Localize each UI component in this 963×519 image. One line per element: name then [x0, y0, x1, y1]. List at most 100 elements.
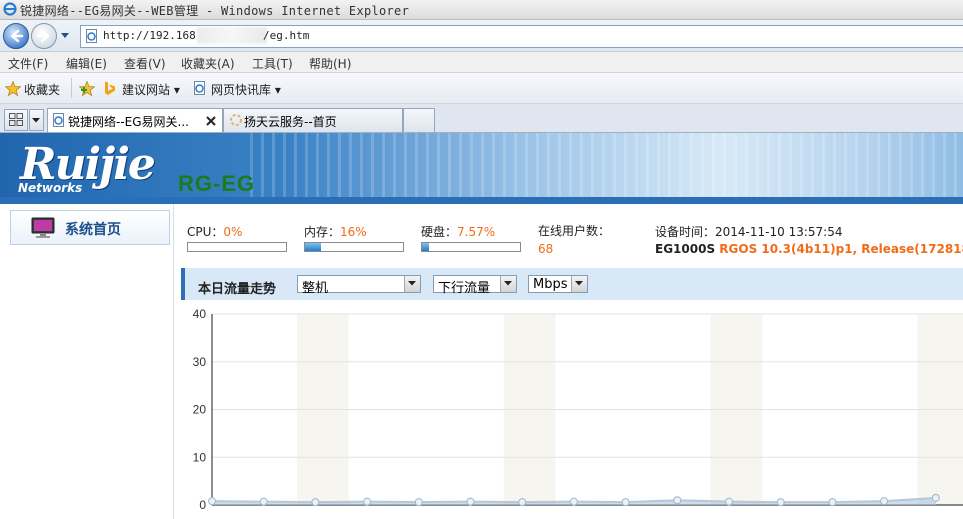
- page-icon: [53, 113, 64, 127]
- window-title: 锐捷网络--EG易网关--WEB管理 - Windows Internet Ex…: [20, 4, 410, 18]
- web-slice-icon: [194, 81, 205, 95]
- tab-eg-gateway[interactable]: 锐捷网络--EG易网关...: [47, 108, 223, 132]
- scope-select-value: 整机: [302, 281, 329, 296]
- app-header: Ruijie Networks RG-EG: [0, 133, 963, 204]
- disk-bar: [421, 242, 521, 252]
- device-version: RGOS 10.3(4b11)p1, Release(172818): [719, 242, 963, 256]
- sidebar: 系统首页: [0, 204, 174, 519]
- chevron-down-icon: [408, 281, 416, 286]
- chart-panel-title: 本日流量走势: [198, 282, 277, 297]
- chevron-down-icon: [504, 281, 512, 286]
- online-users-label: 在线用户数：: [538, 224, 611, 238]
- forward-arrow-icon: [36, 29, 50, 43]
- favorites-button[interactable]: 收藏夹: [24, 81, 60, 98]
- cpu-label: CPU：: [187, 225, 224, 239]
- menu-help[interactable]: 帮助(H): [309, 55, 351, 72]
- device-time-stat: 设备时间：2014-11-10 13:57:54: [655, 223, 842, 240]
- add-favorite-icon[interactable]: [79, 81, 95, 96]
- quick-tabs-icon: [9, 113, 23, 126]
- unit-select-value: Mbps: [533, 277, 568, 292]
- cpu-value: 0%: [223, 225, 243, 239]
- menu-favorites[interactable]: 收藏夹(A): [181, 55, 235, 72]
- data-point: [880, 497, 889, 506]
- ruijie-logo-sub: Networks: [18, 181, 83, 195]
- online-users-value: 68: [538, 242, 554, 256]
- menu-view[interactable]: 查看(V): [124, 55, 166, 72]
- tab-label: 锐捷网络--EG易网关...: [68, 115, 189, 129]
- disk-stat: 硬盘：7.57%: [421, 223, 495, 240]
- loading-icon: [230, 114, 242, 126]
- cpu-bar: [187, 242, 287, 252]
- menu-bar: 文件(F) 编辑(E) 查看(V) 收藏夹(A) 工具(T) 帮助(H): [0, 52, 963, 73]
- scope-select[interactable]: 整机: [297, 275, 421, 296]
- favbar-divider: [71, 78, 72, 98]
- bing-icon: [105, 81, 115, 95]
- menu-file[interactable]: 文件(F): [8, 55, 48, 72]
- direction-select-value: 下行流量: [438, 281, 491, 296]
- back-arrow-icon: [10, 29, 24, 43]
- y-tick-label: 0: [199, 498, 206, 512]
- data-point: [931, 493, 940, 502]
- monitor-icon: [31, 217, 55, 238]
- disk-bar-fill: [422, 243, 430, 251]
- data-point: [828, 498, 837, 507]
- unit-dropdown-arrow[interactable]: [571, 276, 587, 292]
- traffic-chart: 01020304001:0002:0003:0004:0005:0006:000…: [193, 307, 963, 519]
- memory-label: 内存：: [304, 225, 341, 239]
- url-prefix: http://192.168.: [103, 29, 203, 42]
- memory-bar-fill: [305, 243, 321, 251]
- address-field[interactable]: http://192.168. /eg.htm: [80, 25, 963, 48]
- web-slice-gallery[interactable]: 网页快讯库 ▾: [211, 81, 281, 98]
- header-bottom-border: [0, 197, 963, 204]
- header-decoration: [250, 133, 963, 204]
- y-tick-label: 30: [193, 355, 207, 369]
- tab-label: 扬天云服务--首页: [244, 115, 337, 129]
- ruijie-logo: Ruijie: [20, 139, 156, 190]
- memory-bar: [304, 242, 404, 252]
- direction-dropdown-arrow[interactable]: [500, 276, 516, 292]
- forward-button[interactable]: [31, 23, 57, 49]
- memory-stat: 内存：16%: [304, 223, 367, 240]
- data-point: [673, 496, 682, 505]
- data-point: [776, 498, 785, 507]
- data-point: [466, 497, 475, 506]
- tab-bar: 锐捷网络--EG易网关... 扬天云服务--首页: [0, 104, 963, 133]
- ie-logo-icon: [3, 2, 17, 16]
- cpu-stat: CPU：0%: [187, 223, 242, 240]
- sidebar-item-system-home[interactable]: 系统首页: [10, 210, 170, 245]
- y-tick-label: 10: [193, 450, 207, 464]
- data-point: [518, 498, 527, 507]
- data-point: [621, 498, 630, 507]
- direction-select[interactable]: 下行流量: [433, 275, 517, 296]
- back-button[interactable]: [3, 23, 29, 49]
- data-point: [259, 497, 268, 506]
- url-redacted: [197, 27, 267, 44]
- y-tick-label: 40: [193, 307, 207, 321]
- memory-value: 16%: [340, 225, 367, 239]
- data-point: [363, 497, 372, 506]
- new-tab-button[interactable]: [403, 108, 435, 132]
- favorites-star-icon: [5, 81, 21, 96]
- page-icon: [86, 29, 97, 43]
- chevron-down-icon: [32, 118, 40, 123]
- chart-panel-header: 本日流量走势 整机 下行流量 Mbps: [181, 268, 963, 300]
- sidebar-item-label: 系统首页: [65, 222, 121, 238]
- tab-yangtian-cloud[interactable]: 扬天云服务--首页: [223, 108, 403, 132]
- device-time-value: 2014-11-10 13:57:54: [715, 225, 843, 239]
- data-point: [414, 498, 423, 507]
- menu-tools[interactable]: 工具(T): [252, 55, 293, 72]
- suggested-sites[interactable]: 建议网站 ▾: [122, 81, 180, 98]
- quick-tabs-button[interactable]: [4, 109, 28, 131]
- disk-label: 硬盘：: [421, 225, 458, 239]
- tab-list-button[interactable]: [29, 109, 44, 131]
- url-suffix: /eg.htm: [263, 29, 310, 42]
- data-point: [725, 497, 733, 506]
- window-title-bar: 锐捷网络--EG易网关--WEB管理 - Windows Internet Ex…: [0, 0, 963, 20]
- menu-edit[interactable]: 编辑(E): [66, 55, 107, 72]
- scope-dropdown-arrow[interactable]: [404, 276, 420, 292]
- data-point: [208, 497, 216, 506]
- history-dropdown-icon[interactable]: [60, 32, 70, 40]
- close-tab-icon[interactable]: [206, 116, 216, 126]
- product-model: RG-EG: [178, 171, 256, 196]
- unit-select[interactable]: Mbps: [528, 275, 588, 293]
